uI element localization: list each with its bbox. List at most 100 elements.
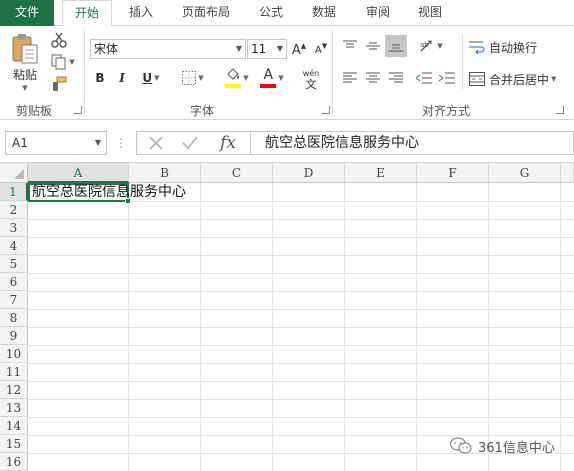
formula-input[interactable]: 航空总医院信息服务中心 [250,131,574,155]
alignment-group-label: 对齐方式 [422,104,471,118]
align-right-icon[interactable] [386,68,406,88]
row-header[interactable]: 15 [0,435,28,453]
align-top-icon[interactable] [340,36,360,56]
gridline [28,255,574,256]
row-header[interactable]: 16 [0,453,28,471]
name-box-value: A1 [12,136,28,150]
row-header[interactable]: 14 [0,417,28,435]
column-header-e[interactable]: E [345,163,417,183]
gridline [28,399,574,400]
column-header-a[interactable]: A [28,163,129,183]
enter-check-icon[interactable] [177,133,203,153]
tab-home[interactable]: 开始 [62,0,112,27]
borders-icon [182,71,197,85]
row-header[interactable]: 9 [0,327,28,345]
paste-button[interactable]: 粘贴 [10,66,40,82]
row-header[interactable]: 10 [0,345,28,363]
tab-insert[interactable]: 插入 [117,0,165,26]
row-header[interactable]: 2 [0,201,28,219]
chevron-down-icon: ▼ [243,74,249,82]
column-header-b[interactable]: B [129,163,201,183]
formula-buttons: fx [136,131,250,155]
column-header-f[interactable]: F [417,163,489,183]
increase-indent-icon[interactable] [437,68,457,88]
font-color-swatch [260,84,277,88]
clipboard-launcher-icon[interactable] [74,106,82,114]
group-divider [332,30,333,114]
gridline [28,309,574,310]
row-header[interactable]: 11 [0,363,28,381]
column-header-h[interactable] [561,163,574,183]
paint-bucket-icon [227,68,240,80]
format-painter-icon[interactable] [48,74,70,94]
column-header-g[interactable]: G [489,163,561,183]
shrink-font-button[interactable]: A ▼ [313,40,329,60]
chevron-down-icon: ▼ [198,74,204,82]
fill-handle[interactable] [125,198,131,204]
font-name-select[interactable]: 宋体 ▼ [90,39,246,59]
row-header[interactable]: 7 [0,291,28,309]
name-box[interactable]: A1 ▼ [5,131,107,155]
row-header[interactable]: 4 [0,237,28,255]
clipboard-group-label: 剪贴板 [16,104,53,118]
grow-font-button[interactable]: A ▲ [291,40,307,60]
column-header-d[interactable]: D [273,163,345,183]
tab-formulas[interactable]: 公式 [249,0,293,26]
row-header[interactable]: 3 [0,219,28,237]
paste-dropdown-arrow[interactable]: ▼ [16,83,32,93]
row-header[interactable]: 6 [0,273,28,291]
row-header[interactable]: 1 [0,183,28,201]
ribbon-tab-bar: 文件 开始 插入 页面布局 公式 数据 审阅 视图 [0,0,574,27]
column-header-c[interactable]: C [201,163,273,183]
watermark-text: 361信息中心 [478,440,555,456]
row-header[interactable]: 5 [0,255,28,273]
font-group-label: 字体 [190,104,215,118]
wechat-icon [450,437,472,454]
worksheet-grid: A B C D E F G 1 2 3 4 5 6 7 8 9 10 11 12… [0,163,574,471]
row-header[interactable]: 8 [0,309,28,327]
cell-a1-text[interactable]: 航空总医院信息服务中心 [32,183,186,202]
row-header[interactable]: 12 [0,381,28,399]
font-size-select[interactable]: 11 ▼ [247,39,287,59]
wrap-text-icon [469,41,485,54]
tab-data[interactable]: 数据 [302,0,346,26]
wrap-text-button[interactable]: 自动换行 [469,36,569,58]
highlight-color-swatch [225,84,242,88]
align-left-icon[interactable] [340,68,360,88]
tab-page-layout[interactable]: 页面布局 [170,0,242,26]
underline-button[interactable]: U ▼ [136,68,166,88]
font-launcher-icon[interactable] [322,106,330,114]
insert-function-button[interactable]: fx [213,133,243,153]
tab-view[interactable]: 视图 [408,0,452,26]
bold-button[interactable]: B [91,68,109,88]
tab-review[interactable]: 审阅 [356,0,400,26]
tab-file[interactable]: 文件 [0,0,54,26]
borders-button[interactable]: ▼ [176,68,210,88]
fill-color-button[interactable]: ▼ [221,66,253,90]
cut-icon[interactable] [48,30,70,50]
shrink-font-label: A [314,44,322,56]
align-middle-icon[interactable] [363,36,383,56]
font-color-button[interactable]: A ▼ [256,66,288,90]
paste-label: 粘贴 [12,67,37,82]
select-all-corner[interactable] [0,163,28,183]
phonetic-guide-button[interactable]: wén 文 [296,66,326,92]
align-bottom-icon[interactable] [385,35,407,57]
paste-icon[interactable] [8,32,42,66]
copy-icon[interactable]: ▼ [48,52,78,72]
decrease-indent-icon[interactable] [414,68,434,88]
alignment-launcher-icon[interactable] [556,106,564,114]
italic-button[interactable]: I [113,68,131,88]
chevron-down-icon: ▼ [437,42,443,50]
grow-font-label: A [291,42,301,58]
row-header[interactable]: 13 [0,399,28,417]
group-divider [84,30,85,114]
chevron-down-icon: ▼ [154,74,160,82]
gridline [28,381,574,382]
formula-bar: A1 ▼ ⋮ fx 航空总医院信息服务中心 [0,121,574,163]
more-icon: ⋮ [115,136,127,150]
orientation-button[interactable]: ab ▼ [415,35,447,57]
merge-center-button[interactable]: 合并后居中 ▼ [469,68,574,90]
cancel-icon[interactable] [143,133,169,153]
align-center-icon[interactable] [363,68,383,88]
